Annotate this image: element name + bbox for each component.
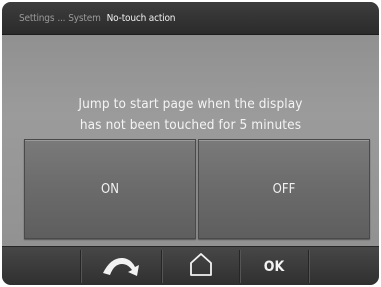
info-message: Jump to start page when the display has …	[2, 94, 379, 136]
navigation-bar: OK	[2, 246, 379, 285]
home-button[interactable]	[162, 247, 239, 285]
off-button-label: OFF	[272, 181, 296, 197]
breadcrumb-system[interactable]: System	[68, 13, 101, 24]
title-bar: Settings ... System No-touch action	[2, 2, 379, 35]
back-button[interactable]	[81, 247, 161, 285]
breadcrumb-separator: ...	[57, 12, 66, 24]
off-button[interactable]: OFF	[198, 139, 370, 239]
back-arrow-icon	[101, 253, 141, 281]
ok-button[interactable]: OK	[240, 247, 308, 285]
info-message-line-2: has not been touched for 5 minutes	[79, 117, 302, 133]
on-button[interactable]: ON	[24, 139, 196, 239]
on-button-label: ON	[101, 181, 119, 197]
info-message-line-1: Jump to start page when the display	[78, 96, 303, 112]
ok-label: OK	[263, 258, 285, 275]
page-title: No-touch action	[106, 12, 176, 24]
display-panel: Settings ... System No-touch action Jump…	[2, 2, 379, 285]
nav-divider	[308, 250, 309, 283]
breadcrumb-settings[interactable]: Settings	[19, 13, 55, 24]
home-icon	[188, 252, 214, 282]
